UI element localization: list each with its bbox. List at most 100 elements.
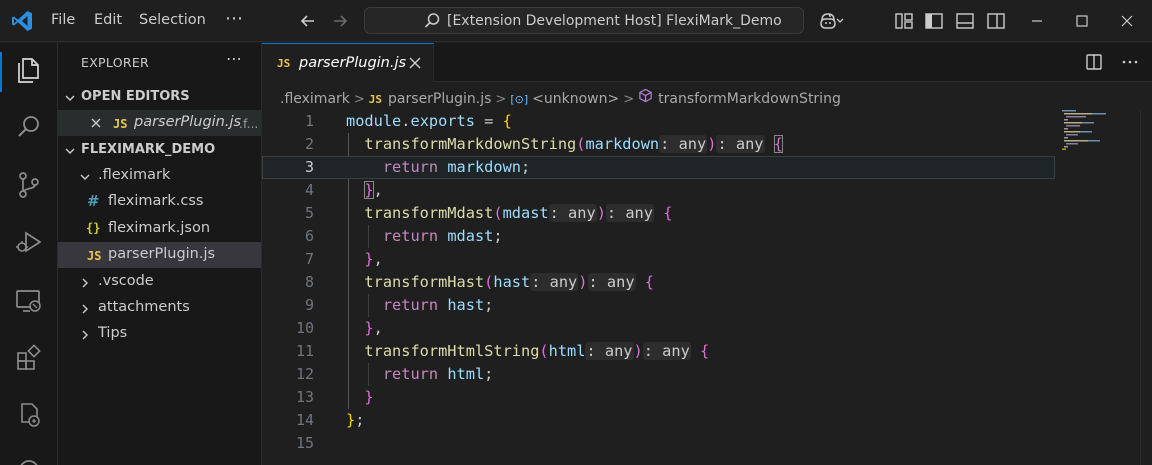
accounts-icon[interactable] xyxy=(14,455,44,465)
tab-parserplugin-js[interactable]: JS parserPlugin.js xyxy=(262,43,434,82)
line-number: 2 xyxy=(304,135,314,153)
minimize-icon[interactable] xyxy=(1027,11,1047,31)
minimap[interactable] xyxy=(1062,110,1140,150)
command-center-search[interactable]: [Extension Development Host] FlexiMark_D… xyxy=(364,7,804,34)
editor-area: JS parserPlugin.js .fleximark > JS parserPl… xyxy=(262,43,1152,465)
code-token: module xyxy=(346,112,402,130)
folder-label: attachments xyxy=(98,299,190,315)
code-line: 1 module.exports = { xyxy=(262,110,1152,133)
title-bar: File Edit Selection ⋯ [Extension Develop… xyxy=(0,0,1152,42)
code-token: mdast xyxy=(502,204,549,222)
code-token: markdown xyxy=(585,135,660,153)
folder-label: .vscode xyxy=(98,273,154,289)
inlay-type-hint: : any xyxy=(530,273,579,291)
line-number: 4 xyxy=(304,181,314,199)
menu-file[interactable]: File xyxy=(51,12,75,28)
active-indicator xyxy=(0,52,2,92)
chevron-right-icon: > xyxy=(495,91,507,107)
editor-tab-bar: JS parserPlugin.js xyxy=(262,43,1152,82)
line-number: 9 xyxy=(304,296,314,314)
split-editor-icon[interactable] xyxy=(1085,53,1103,71)
json-file-icon: {} xyxy=(86,221,101,235)
js-file-icon: JS xyxy=(87,249,102,263)
chevron-right-icon xyxy=(82,278,88,288)
variable-icon: [⊙] xyxy=(510,92,529,106)
explorer-icon[interactable] xyxy=(14,55,44,85)
line-number: 7 xyxy=(304,250,314,268)
remote-explorer-icon[interactable] xyxy=(14,286,44,316)
chevron-right-icon xyxy=(82,330,88,340)
js-file-icon: JS xyxy=(368,92,383,106)
line-number: 14 xyxy=(295,411,314,429)
code-token: return xyxy=(382,158,439,176)
open-editor-name: parserPlugin.js xyxy=(134,114,242,130)
breadcrumb-scope[interactable]: <unknown> xyxy=(532,91,619,107)
close-window-icon[interactable] xyxy=(1117,11,1137,31)
menu-selection[interactable]: Selection xyxy=(139,12,206,28)
open-editor-folder-hint: .f... xyxy=(239,116,259,131)
menu-more-icon[interactable]: ⋯ xyxy=(225,8,244,29)
open-editor-item[interactable]: JS parserPlugin.js .f... xyxy=(58,110,261,136)
code-line: 9 return hast; xyxy=(262,294,1152,317)
chevron-right-icon: > xyxy=(353,91,365,107)
folder-vscode[interactable]: .vscode xyxy=(58,269,261,295)
code-line: 7 }, xyxy=(262,248,1152,271)
line-number: 13 xyxy=(295,388,314,406)
folder-fleximark[interactable]: .fleximark xyxy=(58,163,261,189)
extensions-icon[interactable] xyxy=(14,343,44,373)
file-fleximark-css[interactable]: # fleximark.css xyxy=(58,189,261,215)
code-token: html xyxy=(548,342,586,360)
maximize-icon[interactable] xyxy=(1072,11,1092,31)
code-token: markdown xyxy=(447,158,522,176)
toggle-secondary-sidebar-icon[interactable] xyxy=(986,11,1006,31)
code-line: 14 }; xyxy=(262,409,1152,432)
breadcrumb: .fleximark > JS parserPlugin.js > [⊙] <unknown… xyxy=(280,88,841,107)
menu-edit[interactable]: Edit xyxy=(94,12,122,28)
breadcrumb-folder[interactable]: .fleximark xyxy=(280,91,350,107)
tab-label: parserPlugin.js xyxy=(299,55,407,71)
vscode-logo-icon[interactable] xyxy=(10,9,34,33)
code-line: 10 }, xyxy=(262,317,1152,340)
folder-tips[interactable]: Tips xyxy=(58,321,261,347)
workspace-label: FLEXIMARK_DEMO xyxy=(81,142,216,157)
run-debug-icon[interactable] xyxy=(14,227,44,257)
search-icon[interactable] xyxy=(14,112,44,142)
toggle-panel-icon[interactable] xyxy=(955,11,975,31)
extension-test-icon[interactable] xyxy=(14,400,44,430)
js-file-icon: JS xyxy=(113,117,128,131)
more-actions-icon[interactable] xyxy=(1121,53,1139,71)
back-arrow-icon[interactable] xyxy=(297,10,319,32)
close-icon[interactable] xyxy=(90,117,102,129)
source-control-icon[interactable] xyxy=(14,170,44,200)
open-editors-section-header[interactable]: OPEN EDITORS xyxy=(58,84,261,110)
folder-attachments[interactable]: attachments xyxy=(58,295,261,321)
breadcrumb-symbol[interactable]: transformMarkdownString xyxy=(658,91,841,107)
code-token: return xyxy=(382,365,439,383)
close-icon[interactable] xyxy=(408,56,422,70)
sidebar-more-icon[interactable]: ⋯ xyxy=(226,49,243,68)
file-label: fleximark.json xyxy=(108,220,211,236)
code-token: hast xyxy=(447,296,485,314)
line-number: 3 xyxy=(304,158,314,176)
vertical-scrollbar[interactable] xyxy=(1140,110,1152,465)
inlay-type-hint: : any xyxy=(548,204,597,222)
code-line: 8 transformHast(hast: any): any { xyxy=(262,271,1152,294)
code-token: html xyxy=(447,365,485,383)
file-parserplugin-js[interactable]: JS parserPlugin.js xyxy=(58,242,261,268)
code-line: 13 } xyxy=(262,386,1152,409)
js-file-icon: JS xyxy=(277,57,291,70)
workspace-section-header[interactable]: FLEXIMARK_DEMO xyxy=(58,137,261,163)
file-fleximark-json[interactable]: {} fleximark.json xyxy=(58,216,261,242)
chevron-right-icon: > xyxy=(623,91,635,107)
command-center-text: [Extension Development Host] FlexiMark_D… xyxy=(447,13,782,29)
customize-layout-icon[interactable] xyxy=(894,11,914,31)
code-line: 4 }, xyxy=(262,179,1152,202)
forward-arrow-icon[interactable] xyxy=(329,10,351,32)
chevron-down-icon xyxy=(65,148,75,154)
code-line-current: 3 return markdown; xyxy=(262,156,1152,179)
code-token: hast xyxy=(493,273,531,291)
toggle-primary-sidebar-icon[interactable] xyxy=(924,11,944,31)
copilot-icon[interactable] xyxy=(818,11,844,31)
code-line: 12 return html; xyxy=(262,363,1152,386)
breadcrumb-file[interactable]: parserPlugin.js xyxy=(388,91,491,107)
